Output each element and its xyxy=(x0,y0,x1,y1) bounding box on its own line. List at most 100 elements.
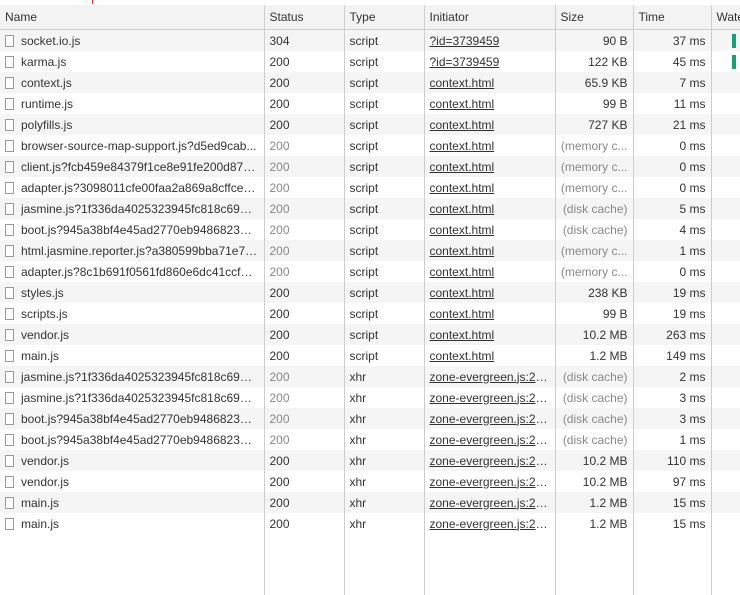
request-name-cell[interactable]: main.js xyxy=(0,345,265,366)
request-initiator-cell: ?id=3739459 xyxy=(424,29,556,51)
request-time: 263 ms xyxy=(633,324,712,345)
request-name-cell[interactable]: jasmine.js?1f336da4025323945fc818c69bd..… xyxy=(0,387,265,408)
request-name-cell[interactable]: boot.js?945a38bf4e45ad2770eb948682319... xyxy=(0,219,265,240)
request-row[interactable]: html.jasmine.reporter.js?a380599bba71e79… xyxy=(0,240,740,261)
request-name-cell[interactable]: boot.js?945a38bf4e45ad2770eb948682319... xyxy=(0,408,265,429)
request-row[interactable]: main.js 200 xhr zone-evergreen.js:29... 1.2 … xyxy=(0,513,740,534)
request-name-cell[interactable]: socket.io.js xyxy=(0,29,265,51)
request-row[interactable]: main.js 200 xhr zone-evergreen.js:29... 1.2 … xyxy=(0,492,740,513)
request-time: 5 ms xyxy=(633,198,712,219)
empty-cell xyxy=(264,534,345,595)
request-row[interactable]: browser-source-map-support.js?d5ed9cab..… xyxy=(0,135,740,156)
request-name-cell[interactable]: jasmine.js?1f336da4025323945fc818c69bd..… xyxy=(0,366,265,387)
request-name-cell[interactable]: main.js xyxy=(0,513,265,534)
request-size: (disk cache) xyxy=(555,408,634,429)
initiator-link[interactable]: context.html xyxy=(430,202,495,216)
request-row[interactable]: polyfills.js 200 script context.html 727 KB 2… xyxy=(0,114,740,135)
initiator-link[interactable]: context.html xyxy=(430,328,495,342)
request-row[interactable]: karma.js 200 script ?id=3739459 122 KB 45 ms xyxy=(0,51,740,72)
request-waterfall xyxy=(711,135,740,156)
request-name-cell[interactable]: vendor.js xyxy=(0,324,265,345)
request-name-cell[interactable]: runtime.js xyxy=(0,93,265,114)
request-row[interactable]: boot.js?945a38bf4e45ad2770eb948682319...… xyxy=(0,219,740,240)
request-type: script xyxy=(344,282,425,303)
request-name-cell[interactable]: adapter.js?8c1b691f0561fd860e6dc41ccfa8.… xyxy=(0,261,265,282)
waterfall-bar xyxy=(731,55,736,70)
request-row[interactable]: boot.js?945a38bf4e45ad2770eb948682319...… xyxy=(0,408,740,429)
initiator-link[interactable]: context.html xyxy=(430,307,495,321)
request-row[interactable]: context.js 200 script context.html 65.9 KB 7 … xyxy=(0,72,740,93)
initiator-link[interactable]: context.html xyxy=(430,286,495,300)
column-header-initiator[interactable]: Initiator xyxy=(424,5,556,30)
request-row[interactable]: socket.io.js 304 script ?id=3739459 90 B 37 m… xyxy=(0,29,740,51)
initiator-link[interactable]: context.html xyxy=(430,118,495,132)
request-status: 200 xyxy=(264,513,345,534)
request-row[interactable]: client.js?fcb459e84379f1ce8e91fe200d874.… xyxy=(0,156,740,177)
request-row[interactable]: vendor.js 200 xhr zone-evergreen.js:29... 10… xyxy=(0,471,740,492)
column-header-waterfall[interactable]: Waterfall xyxy=(711,5,740,30)
request-row[interactable]: vendor.js 200 script context.html 10.2 MB 263… xyxy=(0,324,740,345)
initiator-link[interactable]: zone-evergreen.js:29... xyxy=(430,517,553,531)
request-name-cell[interactable]: jasmine.js?1f336da4025323945fc818c69bd..… xyxy=(0,198,265,219)
column-header-type[interactable]: Type xyxy=(344,5,425,30)
request-name-cell[interactable]: browser-source-map-support.js?d5ed9cab..… xyxy=(0,135,265,156)
request-name-cell[interactable]: adapter.js?3098011cfe00faa2a869a8cffce1.… xyxy=(0,177,265,198)
request-name: vendor.js xyxy=(21,327,70,342)
column-header-time[interactable]: Time xyxy=(633,5,712,30)
request-name-cell[interactable]: karma.js xyxy=(0,51,265,72)
column-header-name[interactable]: Name xyxy=(0,5,265,30)
initiator-link[interactable]: context.html xyxy=(430,97,495,111)
request-type: script xyxy=(344,93,425,114)
column-header-status[interactable]: Status xyxy=(264,5,345,30)
request-name: socket.io.js xyxy=(21,33,81,48)
initiator-link[interactable]: context.html xyxy=(430,160,495,174)
empty-cell xyxy=(344,534,425,595)
request-row[interactable]: main.js 200 script context.html 1.2 MB 149 ms xyxy=(0,345,740,366)
initiator-link[interactable]: zone-evergreen.js:29... xyxy=(430,433,553,447)
request-name-cell[interactable]: context.js xyxy=(0,72,265,93)
request-name-cell[interactable]: client.js?fcb459e84379f1ce8e91fe200d874.… xyxy=(0,156,265,177)
initiator-link[interactable]: zone-evergreen.js:29... xyxy=(430,370,553,384)
request-row[interactable]: runtime.js 200 script context.html 99 B 11 ms xyxy=(0,93,740,114)
initiator-link[interactable]: zone-evergreen.js:29... xyxy=(430,496,553,510)
request-name: main.js xyxy=(21,495,60,510)
request-row[interactable]: styles.js 200 script context.html 238 KB 19 m… xyxy=(0,282,740,303)
initiator-link[interactable]: context.html xyxy=(430,139,495,153)
request-time: 37 ms xyxy=(633,29,712,51)
request-row[interactable]: adapter.js?8c1b691f0561fd860e6dc41ccfa8.… xyxy=(0,261,740,282)
request-name-cell[interactable]: vendor.js xyxy=(0,471,265,492)
initiator-link[interactable]: zone-evergreen.js:29... xyxy=(430,412,553,426)
request-name-cell[interactable]: scripts.js xyxy=(0,303,265,324)
initiator-link[interactable]: context.html xyxy=(430,244,495,258)
request-row[interactable]: jasmine.js?1f336da4025323945fc818c69bd..… xyxy=(0,387,740,408)
initiator-link[interactable]: zone-evergreen.js:29... xyxy=(430,475,553,489)
request-row[interactable]: boot.js?945a38bf4e45ad2770eb948682319...… xyxy=(0,429,740,450)
request-status: 304 xyxy=(264,29,345,51)
initiator-link[interactable]: ?id=3739459 xyxy=(430,34,500,48)
request-row[interactable]: scripts.js 200 script context.html 99 B 19 ms xyxy=(0,303,740,324)
request-status: 200 xyxy=(264,135,345,156)
request-name-cell[interactable]: styles.js xyxy=(0,282,265,303)
request-waterfall xyxy=(711,29,740,51)
request-row[interactable]: vendor.js 200 xhr zone-evergreen.js:29... 10… xyxy=(0,450,740,471)
request-name-cell[interactable]: polyfills.js xyxy=(0,114,265,135)
initiator-link[interactable]: context.html xyxy=(430,349,495,363)
initiator-link[interactable]: context.html xyxy=(430,76,495,90)
initiator-link[interactable]: context.html xyxy=(430,223,495,237)
initiator-link[interactable]: zone-evergreen.js:29... xyxy=(430,391,553,405)
request-size: 1.2 MB xyxy=(555,492,634,513)
initiator-link[interactable]: context.html xyxy=(430,265,495,279)
request-name-cell[interactable]: html.jasmine.reporter.js?a380599bba71e79… xyxy=(0,240,265,261)
request-row[interactable]: adapter.js?3098011cfe00faa2a869a8cffce1.… xyxy=(0,177,740,198)
initiator-link[interactable]: ?id=3739459 xyxy=(430,55,500,69)
file-icon xyxy=(5,391,14,404)
column-header-size[interactable]: Size xyxy=(555,5,634,30)
request-name-cell[interactable]: vendor.js xyxy=(0,450,265,471)
initiator-link[interactable]: zone-evergreen.js:29... xyxy=(430,454,553,468)
request-name-cell[interactable]: boot.js?945a38bf4e45ad2770eb948682319... xyxy=(0,429,265,450)
request-initiator-cell: zone-evergreen.js:29... xyxy=(424,429,556,450)
request-name-cell[interactable]: main.js xyxy=(0,492,265,513)
request-row[interactable]: jasmine.js?1f336da4025323945fc818c69bd..… xyxy=(0,198,740,219)
initiator-link[interactable]: context.html xyxy=(430,181,495,195)
request-row[interactable]: jasmine.js?1f336da4025323945fc818c69bd..… xyxy=(0,366,740,387)
